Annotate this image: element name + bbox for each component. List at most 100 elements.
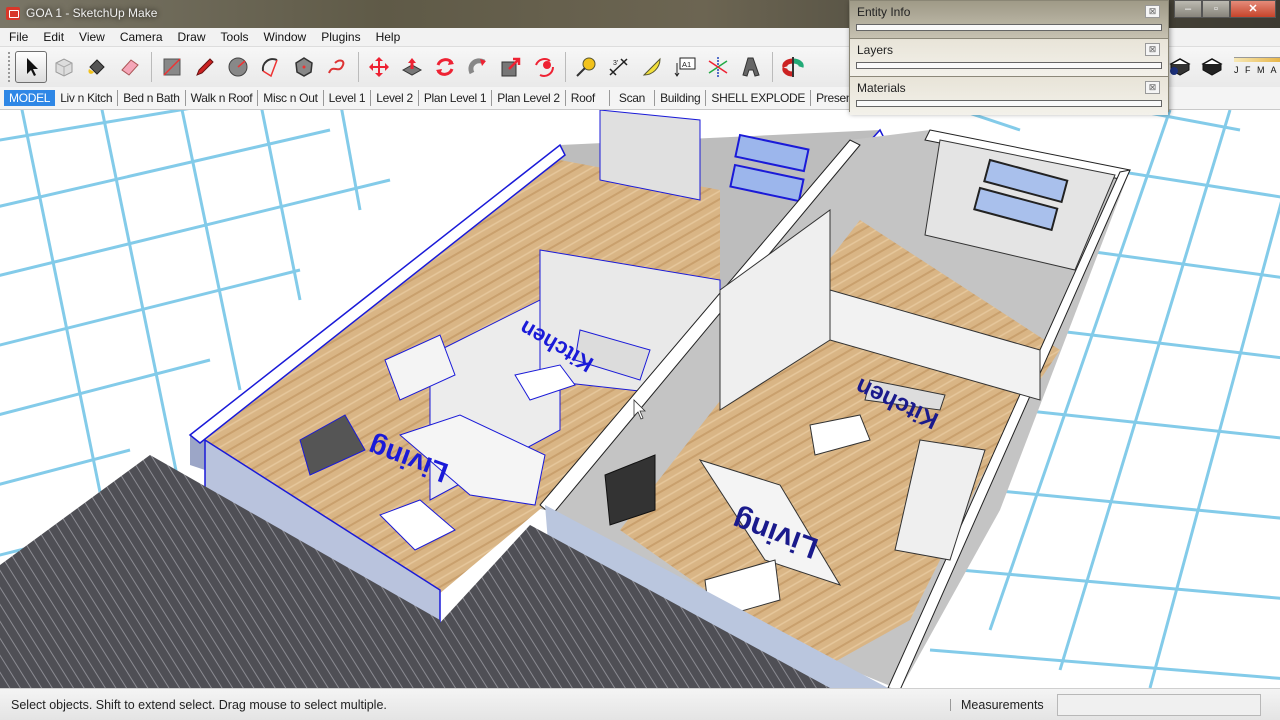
menu-help[interactable]: Help [367,28,407,46]
tape-measure-tool[interactable] [570,51,602,83]
orbit-tool[interactable] [777,51,809,83]
freehand-tool[interactable] [321,51,353,83]
3d-text-tool[interactable] [735,51,767,83]
polygon-icon [295,57,313,77]
scene-tab-model[interactable]: MODEL [4,90,56,106]
paint-bucket-tool[interactable] [81,51,113,83]
menu-tools[interactable]: Tools [212,28,255,46]
toolbar-separator [565,52,566,82]
offset-icon [535,58,554,77]
scene-tab-roof[interactable]: Roof [566,90,610,106]
follow-me-tool[interactable] [462,51,494,83]
tray-layers[interactable]: Layers ⊠ [850,39,1168,77]
menu-view[interactable]: View [70,28,111,46]
dimension-tool[interactable]: 3' [603,51,635,83]
axes-tool[interactable] [702,51,734,83]
menu-window[interactable]: Window [255,28,313,46]
scene-tab-plan-level-1[interactable]: Plan Level 1 [419,90,493,106]
toolbar-grip[interactable] [8,52,11,82]
paint-bucket-icon [88,59,105,75]
shadow-month-slider[interactable]: J F M A [1234,57,1280,79]
protractor-tool[interactable] [636,51,668,83]
tray-panel: Entity Info ⊠ Layers ⊠ Materials ⊠ [849,0,1169,115]
move-tool[interactable] [363,51,395,83]
toolbar-separator [772,52,773,82]
shadow-slider-track[interactable] [1234,57,1280,62]
shadow-months-label: J F M A [1234,65,1279,75]
follow-me-icon [468,58,486,75]
model-scene: Living Kitchen Living Kitchen [0,110,1280,688]
style-shaded-icon[interactable] [1200,56,1224,78]
menu-draw[interactable]: Draw [169,28,212,46]
circle-icon [228,57,248,77]
scene-tab-building[interactable]: Building [655,90,707,106]
toolbar-separator [151,52,152,82]
scene-tab-level-1[interactable]: Level 1 [324,90,372,106]
rotate-icon [436,58,454,76]
tray-close-icon[interactable]: ⊠ [1145,43,1160,56]
make-component-tool[interactable] [48,51,80,83]
menu-plugins[interactable]: Plugins [312,28,366,46]
orbit-icon [782,57,804,77]
tray-content-bar [856,100,1162,107]
tray-close-icon[interactable]: ⊠ [1145,81,1160,94]
model-viewport[interactable]: Living Kitchen Living Kitchen [0,110,1280,688]
push-pull-icon [401,58,423,76]
tray-close-icon[interactable]: ⊠ [1145,5,1160,18]
scene-tab-plan-level-2[interactable]: Plan Level 2 [492,90,566,106]
svg-text:3': 3' [613,60,618,67]
dimension-icon: 3' [609,58,628,76]
eraser-tool[interactable] [114,51,146,83]
status-divider [950,699,951,711]
arc-icon [261,58,278,78]
menu-file[interactable]: File [0,28,34,46]
select-tool[interactable] [15,51,47,83]
polygon-tool[interactable] [288,51,320,83]
offset-tool[interactable] [528,51,560,83]
rectangle-icon [163,58,181,76]
rotate-tool[interactable] [429,51,461,83]
3d-text-icon [742,57,760,77]
eraser-icon [121,59,139,76]
close-button[interactable]: ✕ [1230,0,1276,18]
tray-title: Entity Info [857,5,911,19]
scene-tab-scan[interactable]: Scan [610,90,656,106]
scene-tab-walk-n-roof[interactable]: Walk n Roof [186,90,259,106]
arc-tool[interactable] [255,51,287,83]
maximize-button[interactable]: ▫ [1202,0,1230,18]
window-controls: – ▫ ✕ [1174,0,1276,18]
text-tool[interactable]: A1 [669,51,701,83]
line-tool[interactable] [189,51,221,83]
tray-entity-info[interactable]: Entity Info ⊠ [850,1,1168,39]
axes-icon [708,57,728,77]
menu-camera[interactable]: Camera [111,28,169,46]
scale-tool[interactable] [495,51,527,83]
component-icon [55,58,73,77]
scene-tab-misc-n-out[interactable]: Misc n Out [258,90,324,106]
window-title: GOA 1 - SketchUp Make [26,6,158,20]
move-icon [369,57,389,77]
status-bar: Select objects. Shift to extend select. … [0,688,1280,720]
scale-icon [501,57,521,77]
measurements-input[interactable] [1057,694,1261,716]
freehand-icon [328,59,345,74]
tray-materials[interactable]: Materials ⊠ [850,77,1168,115]
status-message: Select objects. Shift to extend select. … [11,698,387,712]
scene-tab-level-2[interactable]: Level 2 [371,90,419,106]
circle-tool[interactable] [222,51,254,83]
tray-content-bar [856,62,1162,69]
tray-content-bar [856,24,1162,31]
rectangle-tool[interactable] [156,51,188,83]
push-pull-tool[interactable] [396,51,428,83]
scene-tab-bed-n-bath[interactable]: Bed n Bath [118,90,186,106]
sketchup-logo-icon [6,7,20,20]
scene-tab-liv-n-kitch[interactable]: Liv n Kitch [55,90,119,106]
scene-tab-shell-explode[interactable]: SHELL EXPLODE [706,90,812,106]
text-label-icon: A1 [674,57,696,77]
menu-edit[interactable]: Edit [34,28,70,46]
tape-measure-icon [576,57,596,77]
style-xray-icon[interactable] [1168,56,1192,78]
measurements-label: Measurements [961,698,1044,712]
minimize-button[interactable]: – [1174,0,1202,18]
tray-title: Materials [857,81,906,95]
